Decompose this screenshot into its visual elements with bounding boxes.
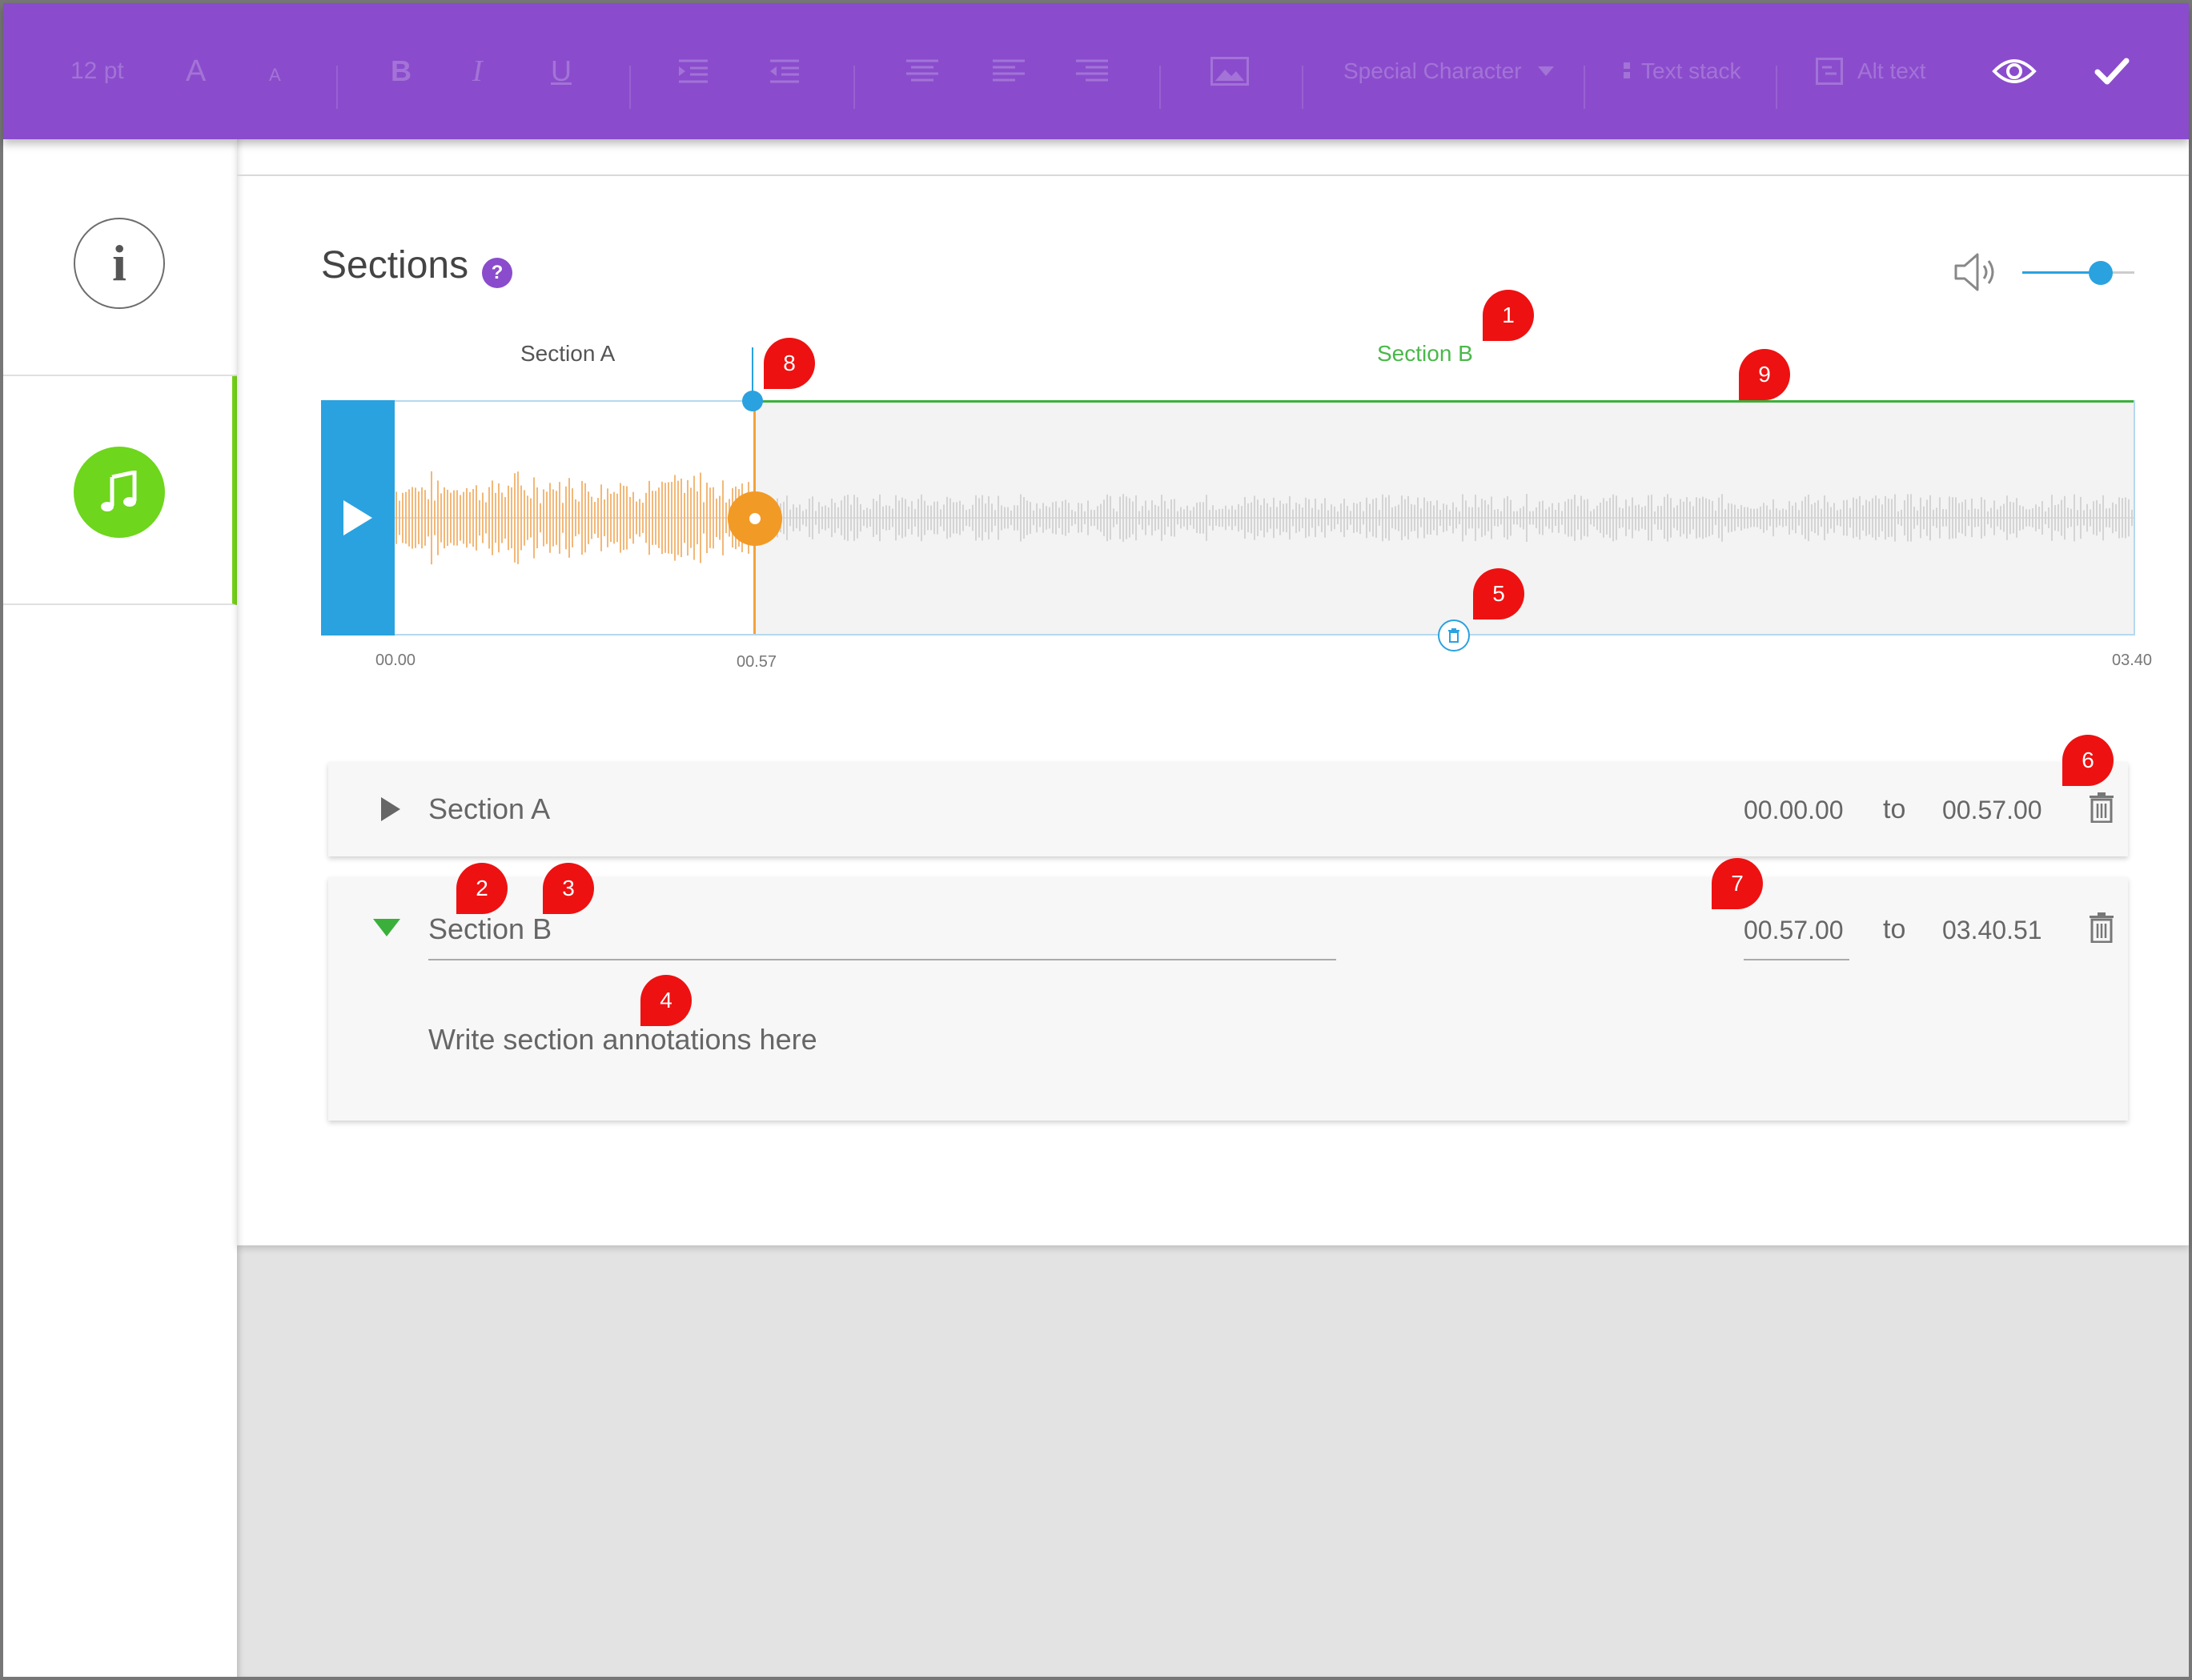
special-character-label: Special Character: [1343, 58, 1522, 83]
align-center-icon[interactable]: [906, 3, 938, 139]
special-character-dropdown[interactable]: Special Character: [1343, 3, 1554, 139]
trash-icon: [2090, 792, 2114, 824]
timeline-section-a-label: Section A: [520, 341, 616, 366]
align-right-icon[interactable]: [1076, 3, 1108, 139]
callout-marker-1: 1: [1483, 290, 1534, 341]
toolbar-divider: [1584, 66, 1585, 109]
toolbar-divider: [1776, 66, 1777, 109]
info-icon: i: [74, 218, 165, 309]
trash-icon: [2090, 912, 2114, 944]
toolbar-divider: [853, 66, 855, 109]
section-a-start-time[interactable]: 00.00.00: [1744, 796, 1844, 825]
section-b-end-time[interactable]: 03.40.51: [1942, 916, 2042, 945]
info-glyph: i: [112, 235, 126, 291]
toolbar-divider: [336, 66, 338, 109]
play-icon: [343, 500, 372, 535]
section-card-b: Section B 00.57.00 to 03.40.51 Write sec…: [328, 877, 2128, 1121]
chevron-down-icon: [1537, 66, 1554, 76]
text-stack-icon: [1624, 62, 1630, 78]
underline-label: U: [551, 54, 572, 87]
timeline-start-time: 00.00: [375, 652, 416, 669]
alt-text-button[interactable]: Alt text: [1816, 3, 1926, 139]
help-icon[interactable]: ?: [482, 258, 512, 288]
toolbar-divider: [1302, 66, 1303, 109]
timeline-split-time: 00.57: [737, 653, 777, 671]
caret-down-icon: [373, 919, 400, 936]
editor-toolbar: 12 pt A A B I U Special Character Text s…: [3, 3, 2189, 139]
caret-right-icon: [381, 797, 400, 821]
music-note-icon: [74, 447, 165, 538]
font-size-label: 12 pt: [70, 58, 124, 84]
font-increase-button[interactable]: A: [186, 3, 206, 139]
callout-marker-5: 5: [1473, 568, 1524, 619]
section-b-start-time-field[interactable]: 00.57.00: [1744, 916, 1844, 945]
section-split-handle[interactable]: [742, 391, 763, 411]
section-a-to-label: to: [1883, 794, 1906, 824]
section-a-end-time[interactable]: 00.57.00: [1942, 796, 2042, 825]
alt-text-label: Alt text: [1857, 58, 1926, 83]
callout-marker-8: 8: [764, 338, 815, 389]
timeline-end-time: 03.40: [2112, 652, 2153, 669]
play-button[interactable]: [321, 400, 395, 636]
font-decrease-label: A: [269, 65, 281, 85]
expand-section-a-button[interactable]: [381, 797, 400, 825]
text-stack-button[interactable]: Text stack: [1624, 3, 1740, 139]
bold-label: B: [391, 54, 412, 87]
indent-decrease-icon[interactable]: [770, 3, 799, 139]
delete-section-b-button[interactable]: [2090, 912, 2114, 947]
collapse-section-b-button[interactable]: [373, 919, 400, 940]
playhead-handle-dot: [749, 513, 761, 524]
timeline-section-b-label: Section B: [1377, 341, 1473, 366]
sidebar: i: [3, 139, 237, 1677]
font-decrease-button[interactable]: A: [269, 3, 281, 139]
bold-button[interactable]: B: [391, 3, 412, 139]
waveform-bars: [395, 471, 2134, 565]
italic-label: I: [472, 54, 483, 88]
underline-button[interactable]: U: [551, 3, 572, 139]
audio-waveform[interactable]: [321, 400, 2135, 636]
confirm-check-icon[interactable]: [2094, 3, 2130, 139]
sections-panel: Sections ? Section A Section B 00.00 00.…: [237, 139, 2189, 1245]
delete-section-region-button[interactable]: [1438, 619, 1470, 652]
section-b-name-underline: [428, 959, 1336, 960]
page-title: Sections: [321, 244, 469, 287]
alt-text-icon: [1816, 58, 1843, 85]
font-increase-label: A: [186, 54, 207, 88]
playhead-handle[interactable]: [728, 491, 782, 546]
preview-eye-icon[interactable]: [1992, 3, 2037, 139]
font-size-selector[interactable]: 12 pt: [70, 3, 124, 139]
panel-divider: [237, 174, 2189, 176]
italic-button[interactable]: I: [472, 3, 483, 139]
section-b-annotation-input[interactable]: Write section annotations here: [428, 1023, 817, 1057]
section-b-name-field[interactable]: Section B: [428, 912, 552, 946]
volume-icon[interactable]: [1953, 251, 2003, 297]
toolbar-divider: [629, 66, 631, 109]
volume-slider[interactable]: [2022, 261, 2134, 285]
section-b-to-label: to: [1883, 914, 1906, 944]
toolbar-divider: [1159, 66, 1161, 109]
section-b-start-time-underline: [1744, 959, 1849, 960]
section-card-a: Section A 00.00.00 to 00.57.00: [328, 762, 2128, 856]
align-left-icon[interactable]: [993, 3, 1025, 139]
callout-marker-2: 2: [456, 863, 508, 914]
section-a-name[interactable]: Section A: [428, 792, 550, 826]
trash-icon: [1448, 628, 1459, 643]
delete-section-a-button[interactable]: [2090, 792, 2114, 827]
indent-increase-icon[interactable]: [679, 3, 708, 139]
image-icon[interactable]: [1210, 3, 1249, 139]
volume-slider-handle[interactable]: [2089, 261, 2113, 285]
callout-marker-4: 4: [640, 975, 692, 1026]
callout-marker-7: 7: [1712, 858, 1763, 909]
text-stack-label: Text stack: [1641, 58, 1741, 83]
callout-marker-6: 6: [2062, 735, 2114, 786]
sidebar-item-audio[interactable]: [3, 376, 237, 605]
help-glyph: ?: [491, 262, 504, 283]
callout-marker-3: 3: [543, 863, 594, 914]
sidebar-item-info[interactable]: i: [3, 139, 237, 376]
callout-marker-9: 9: [1739, 349, 1790, 400]
